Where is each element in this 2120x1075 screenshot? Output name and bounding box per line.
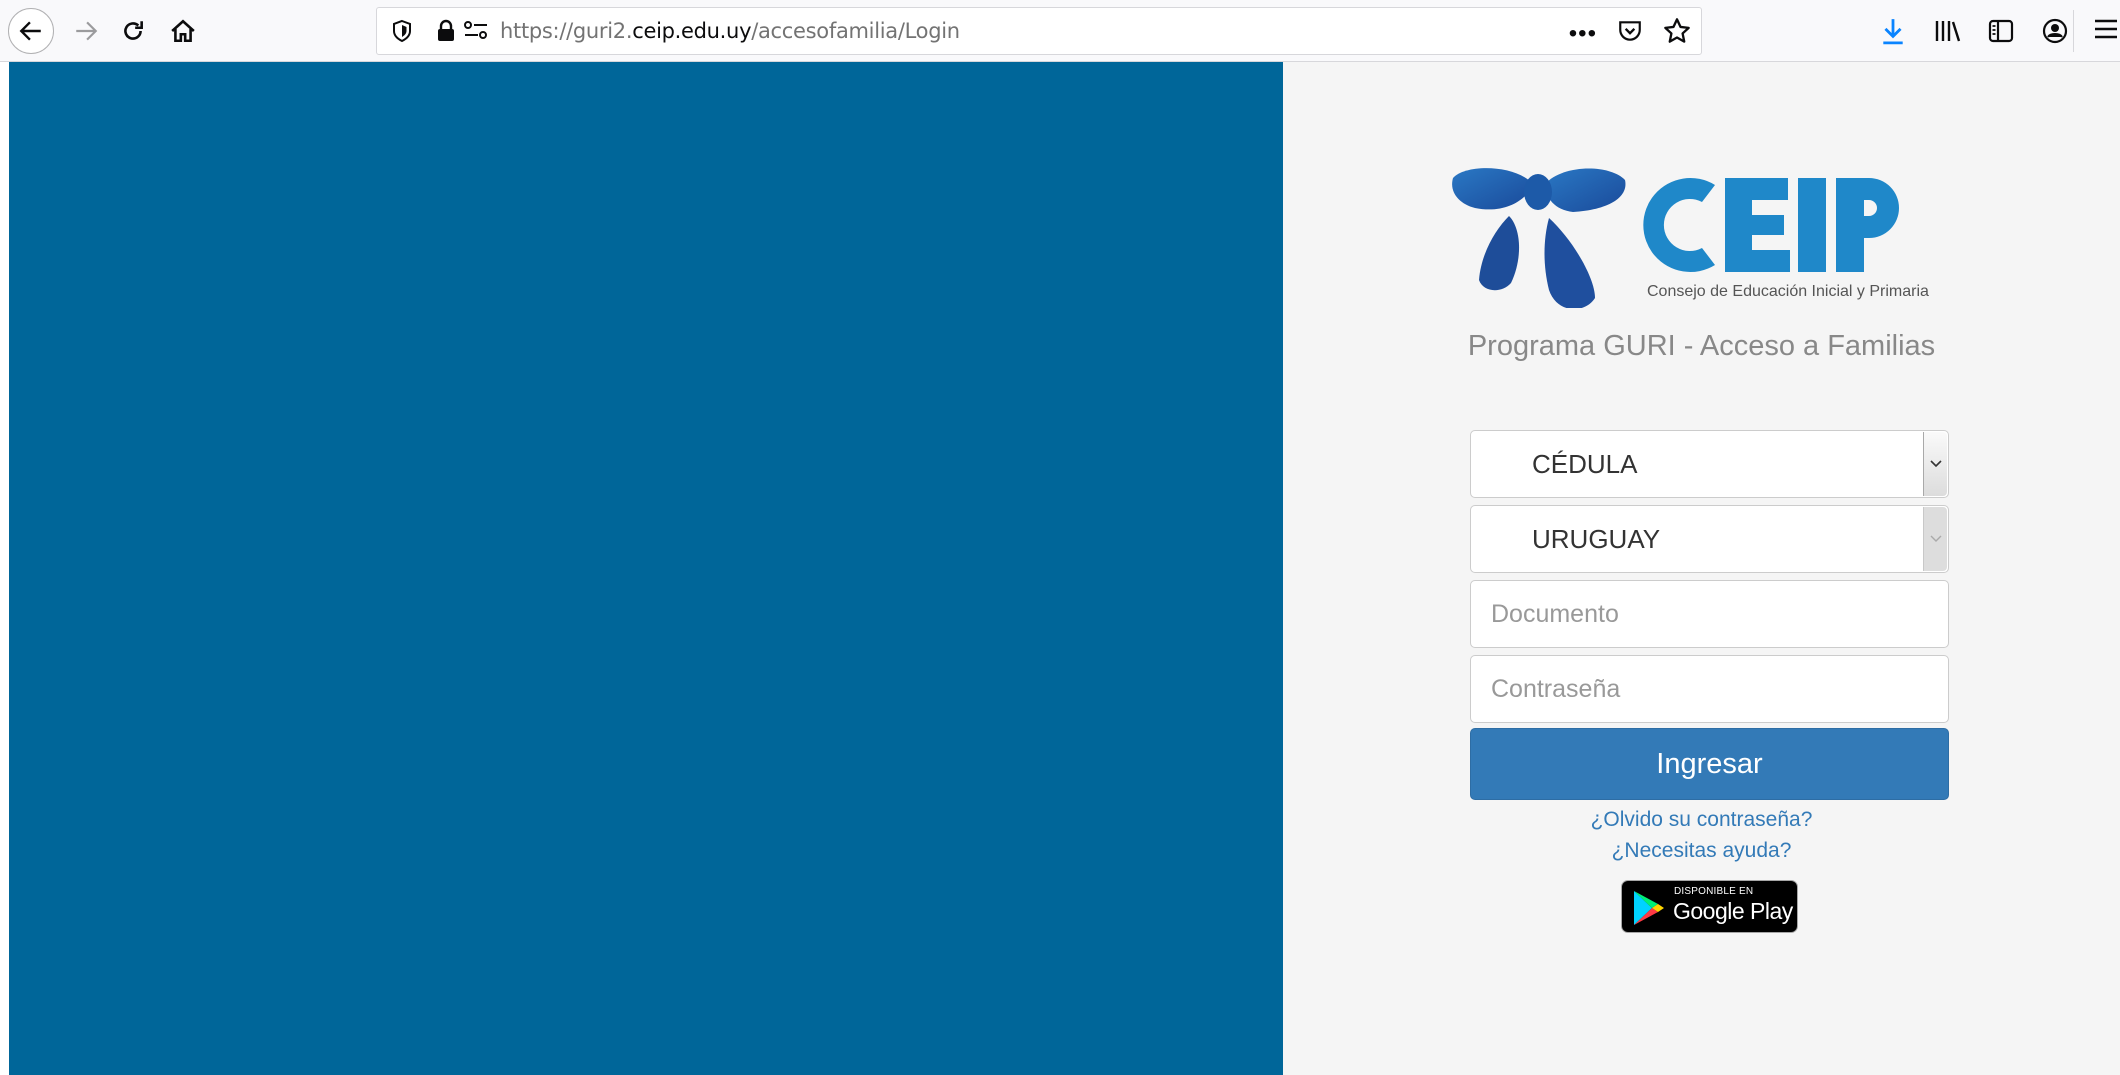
document-input[interactable]: Documento <box>1470 580 1949 648</box>
tracking-shield-icon[interactable] <box>389 18 415 44</box>
ceip-wordmark <box>1643 177 1899 273</box>
help-link[interactable]: ¿Necesitas ayuda? <box>1283 839 2120 863</box>
google-play-small-text: DISPONIBLE EN <box>1674 886 1754 897</box>
forgot-password-link[interactable]: ¿Olvido su contraseña? <box>1283 808 2120 832</box>
logo-subtitle: Consejo de Educación Inicial y Primaria <box>1647 283 1929 300</box>
chevron-down-icon[interactable] <box>1923 507 1947 571</box>
google-play-badge[interactable]: DISPONIBLE EN Google Play <box>1621 880 1798 933</box>
library-icon[interactable] <box>1932 16 1962 46</box>
home-button[interactable] <box>163 11 203 51</box>
login-panel: Consejo de Educación Inicial y Primaria … <box>1283 62 2120 1075</box>
page-content: Consejo de Educación Inicial y Primaria … <box>0 62 2120 1075</box>
login-button[interactable]: Ingresar <box>1470 728 1949 800</box>
url-bar[interactable]: https://guri2.ceip.edu.uy/accesofamilia/… <box>376 7 1702 55</box>
account-icon[interactable] <box>2040 16 2070 46</box>
toolbar-separator <box>2073 10 2074 52</box>
google-play-icon <box>1634 891 1664 925</box>
reload-button[interactable] <box>113 11 153 51</box>
page-actions-icon[interactable]: ••• <box>1569 20 1597 48</box>
url-text[interactable]: https://guri2.ceip.edu.uy/accesofamilia/… <box>500 19 960 43</box>
sidebar-icon[interactable] <box>1986 16 2016 46</box>
back-button[interactable] <box>8 8 54 54</box>
ceip-emblem-icon <box>1452 168 1626 308</box>
chevron-down-icon[interactable] <box>1923 432 1947 496</box>
bookmark-star-icon[interactable] <box>1663 17 1691 50</box>
reload-icon <box>124 21 143 40</box>
browser-toolbar: https://guri2.ceip.edu.uy/accesofamilia/… <box>0 0 2120 62</box>
program-title: Programa GURI - Acceso a Familias <box>1467 330 1936 362</box>
password-input[interactable]: Contraseña <box>1470 655 1949 723</box>
back-icon <box>19 21 41 41</box>
document-type-select[interactable]: CÉDULA <box>1470 430 1949 498</box>
document-placeholder: Documento <box>1491 600 1619 628</box>
menu-button[interactable] <box>2092 14 2120 44</box>
country-select[interactable]: URUGUAY <box>1470 505 1949 573</box>
forward-button[interactable] <box>66 11 106 51</box>
download-icon[interactable] <box>1878 16 1908 46</box>
home-icon <box>171 19 195 43</box>
permissions-icon[interactable] <box>463 18 489 44</box>
country-value: URUGUAY <box>1532 524 1661 554</box>
left-blue-panel <box>9 62 1283 1075</box>
pocket-icon[interactable] <box>1617 18 1643 49</box>
menu-icon <box>2095 19 2117 39</box>
forward-icon <box>76 21 98 41</box>
google-play-big-text: Google Play <box>1673 898 1793 924</box>
password-placeholder: Contraseña <box>1491 675 1621 703</box>
lock-icon[interactable] <box>433 18 459 44</box>
document-type-value: CÉDULA <box>1532 449 1638 479</box>
